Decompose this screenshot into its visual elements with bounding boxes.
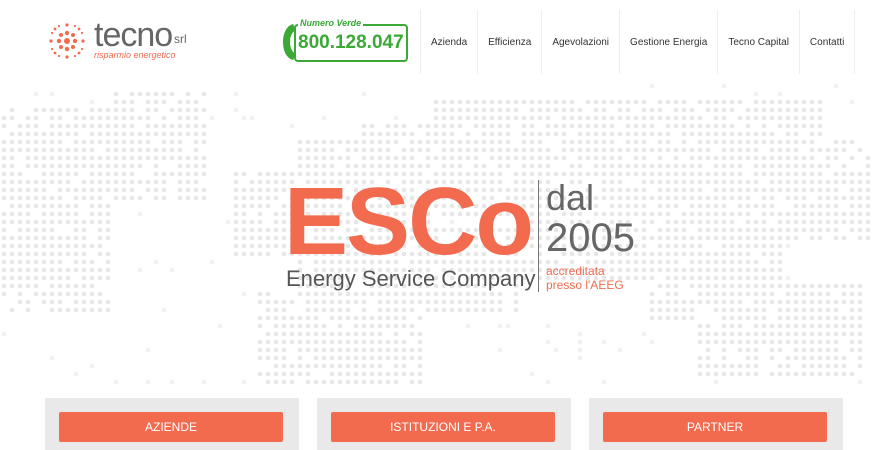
since-year: 2005	[546, 216, 635, 260]
accreditation-line-1: accreditata	[546, 264, 605, 278]
logo-tagline: risparmio energetico	[94, 50, 176, 60]
cta-panel-istituzioni: ISTITUZIONI E P.A.	[317, 398, 571, 450]
nav-item-tecno-capital[interactable]: Tecno Capital	[717, 10, 799, 74]
nav-item-gestione-energia[interactable]: Gestione Energia	[619, 10, 717, 74]
nav-item-agevolazioni[interactable]: Agevolazioni	[541, 10, 619, 74]
cta-panel-aziende: AZIENDE	[45, 398, 299, 450]
toll-free-number[interactable]: Numero Verde 800.128.047	[280, 18, 410, 64]
partner-button[interactable]: PARTNER	[603, 412, 827, 442]
aziende-button[interactable]: AZIENDE	[59, 412, 283, 442]
nav-item-azienda[interactable]: Azienda	[420, 10, 477, 74]
nav-item-efficienza[interactable]: Efficienza	[477, 10, 541, 74]
istituzioni-button[interactable]: ISTITUZIONI E P.A.	[331, 412, 555, 442]
phone-number: 800.128.047	[298, 32, 404, 53]
logo-suffix: srl	[174, 32, 187, 46]
brand-divider	[538, 180, 539, 292]
accreditation-line-2: presso l'AEEG	[546, 278, 624, 292]
main-nav: Azienda Efficienza Agevolazioni Gestione…	[420, 10, 856, 74]
nav-item-contatti[interactable]: Contatti	[798, 10, 856, 74]
logo[interactable]: tecno srl risparmio energetico	[44, 16, 194, 64]
cta-panel-partner: PARTNER	[589, 398, 843, 450]
esco-brand-block: ESCo Energy Service Company dal 2005 acc…	[284, 174, 644, 310]
since-label: dal	[546, 177, 595, 218]
hero-subtitle: Energy Service Company	[286, 266, 536, 291]
phone-label: Numero Verde	[298, 18, 364, 28]
sun-logo-icon	[49, 23, 85, 59]
site-header: tecno srl risparmio energetico Numero Ve…	[0, 0, 873, 80]
hero-title: ESCo	[284, 168, 534, 275]
hero-banner: ESCo Energy Service Company dal 2005 acc…	[0, 80, 873, 390]
